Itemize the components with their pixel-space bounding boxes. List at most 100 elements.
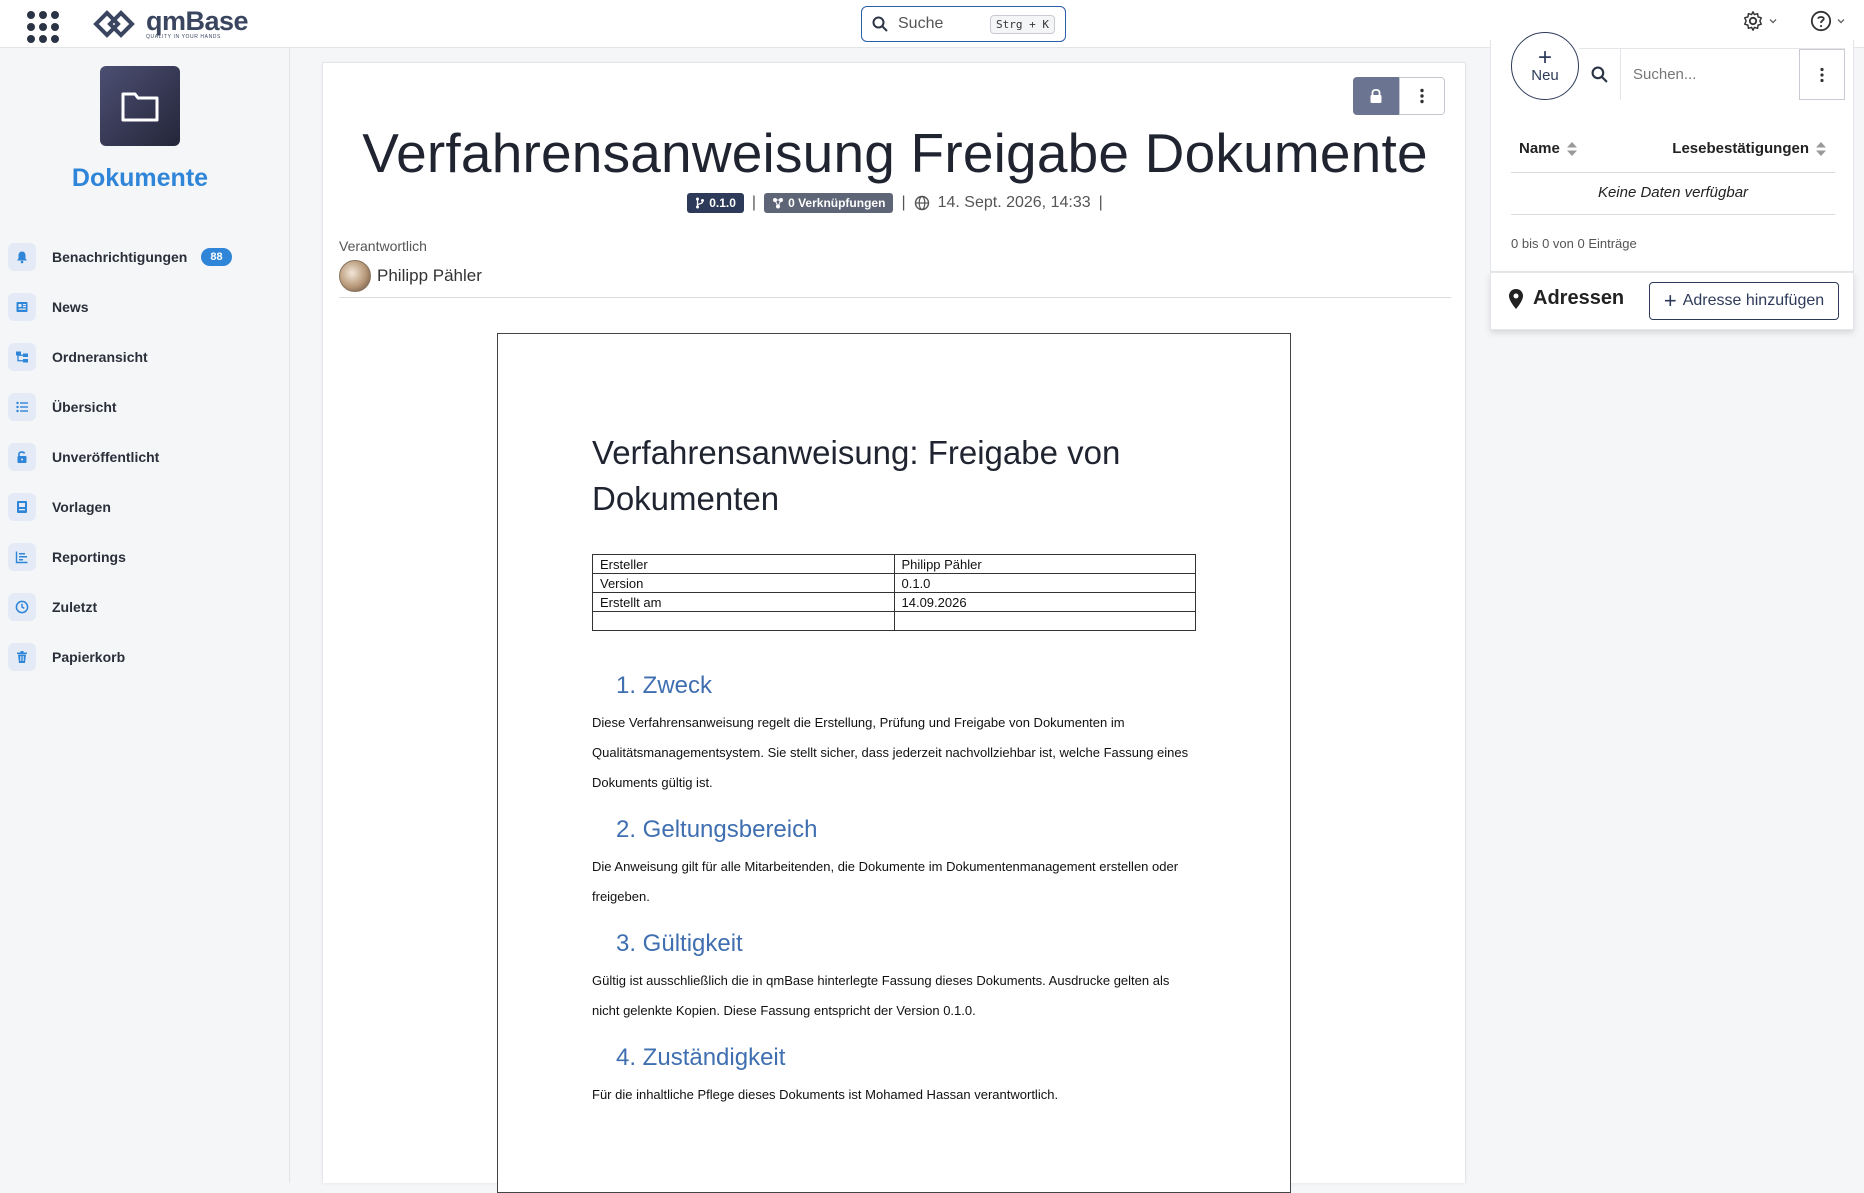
table-cell: Philipp Pähler <box>893 554 1196 574</box>
folder-icon <box>121 92 159 122</box>
links-badge[interactable]: 0 Verknüpfungen <box>764 193 894 213</box>
document-date: 14. Sept. 2026, 14:33 <box>937 194 1091 211</box>
sidebar-item-label: Vorlagen <box>52 499 111 515</box>
document-meta-table: Ersteller Philipp Pähler Version 0.1.0 Ers… <box>592 554 1196 631</box>
search-icon <box>872 16 888 32</box>
table-row: Erstellt am 14.09.2026 <box>592 592 1196 612</box>
column-header-label: Name <box>1519 140 1560 157</box>
help-menu-button[interactable] <box>1810 10 1846 32</box>
sidebar-item-papierkorb[interactable]: Papierkorb <box>0 632 290 682</box>
avatar <box>339 260 371 292</box>
help-icon <box>1810 10 1832 32</box>
table-cell: Erstellt am <box>592 592 895 612</box>
document-heading: Verfahrensanweisung: Freigabe von Dokume… <box>592 434 1121 517</box>
section-heading: 2. Geltungsbereich <box>616 816 818 843</box>
folder-tree-icon <box>8 343 36 371</box>
chevron-down-icon <box>1769 19 1777 24</box>
column-header-confirmations[interactable]: Lesebestätigungen <box>1672 140 1827 157</box>
sidebar-item-vorlagen[interactable]: Vorlagen <box>0 482 290 532</box>
sidebar-item-unveroeffentlicht[interactable]: Unveröffentlicht <box>0 432 290 482</box>
empty-table-message: Keine Daten verfügbar <box>1597 184 1749 201</box>
trash-icon <box>8 643 36 671</box>
add-address-button[interactable]: + Adresse hinzufügen <box>1649 282 1839 320</box>
sidebar-item-news[interactable]: News <box>0 282 290 332</box>
table-header: Name Lesebestätigungen <box>1511 140 1835 157</box>
link-nodes-icon <box>773 198 784 209</box>
logo-tagline: QUALITY IN YOUR HANDS <box>146 33 221 40</box>
read-confirmations-panel: + Neu Suchen... Name Lesebestätigungen K… <box>1490 32 1854 272</box>
globe-icon <box>914 195 929 211</box>
document-meta: 0.1.0 | 0 Verknüpfungen | 14. Sept. 2026… <box>323 193 1467 213</box>
document-card: Verfahrensanweisung Freigabe Dokumente 0… <box>322 62 1467 1193</box>
app-launcher-icon[interactable] <box>24 8 59 43</box>
search-label: Suche <box>898 15 944 32</box>
sort-icon <box>1816 141 1826 156</box>
clock-icon <box>8 593 36 621</box>
table-cell: 14.09.2026 <box>893 592 1196 612</box>
settings-menu-button[interactable] <box>1742 10 1778 32</box>
page-title: Verfahrensanweisung Freigabe Dokumente <box>362 122 1428 184</box>
section-text: Gültig ist ausschließlich die in qmBase … <box>592 973 1170 1018</box>
sidebar-item-label: News <box>52 299 89 315</box>
section-title: Dokumente <box>71 164 209 192</box>
lock-button[interactable] <box>1353 77 1399 115</box>
map-pin-icon <box>1509 288 1523 309</box>
divider <box>1511 214 1835 215</box>
separator: | <box>901 194 906 211</box>
sidebar-item-benachrichtigungen[interactable]: Benachrichtigungen 88 <box>0 232 290 282</box>
column-header-name[interactable]: Name <box>1519 140 1578 157</box>
section-text: Diese Verfahrensanweisung regelt die Ers… <box>592 715 1189 790</box>
table-row: Version 0.1.0 <box>592 573 1196 593</box>
responsible-user[interactable]: Philipp Pähler <box>339 260 482 292</box>
addresses-title-label: Adressen <box>1533 287 1625 309</box>
notification-count-badge: 88 <box>201 248 232 266</box>
sort-icon <box>1566 141 1577 156</box>
section-text: Für die inhaltliche Pflege dieses Dokume… <box>592 1087 1059 1102</box>
sidebar-item-label: Reportings <box>52 549 126 565</box>
panel-search-input[interactable]: Suchen... <box>1621 49 1799 100</box>
separator: | <box>1098 194 1103 211</box>
more-vertical-icon <box>1820 67 1824 82</box>
addresses-panel: Adressen + Adresse hinzufügen <box>1490 272 1854 330</box>
template-icon <box>8 493 36 521</box>
logo[interactable]: qmBase QUALITY IN YOUR HANDS <box>92 5 249 42</box>
unlock-icon <box>8 443 36 471</box>
new-button[interactable]: + Neu <box>1511 32 1579 100</box>
addresses-title: Adressen <box>1509 287 1624 310</box>
panel-options-button[interactable] <box>1799 49 1845 100</box>
sidebar-item-label: Ordneransicht <box>52 349 148 365</box>
chart-icon <box>8 543 36 571</box>
section-heading: 3. Gültigkeit <box>616 930 743 957</box>
separator: | <box>751 194 757 211</box>
column-header-label: Lesebestätigungen <box>1672 140 1809 157</box>
gear-icon <box>1744 11 1762 31</box>
sidebar-item-label: Zuletzt <box>52 599 98 615</box>
logo-mark-icon <box>93 10 135 38</box>
panel-search: Suchen... <box>1579 48 1845 100</box>
bell-icon <box>8 243 36 271</box>
table-cell: 0.1.0 <box>893 573 1196 593</box>
sidebar-item-reportings[interactable]: Reportings <box>0 532 290 582</box>
sidebar-item-label: Unveröffentlicht <box>52 449 160 465</box>
version-badge[interactable]: 0.1.0 <box>687 193 744 213</box>
table-cell: Version <box>592 573 895 593</box>
global-search-button[interactable]: Suche Strg + K <box>861 6 1066 42</box>
logo-name: qmBase <box>146 5 249 36</box>
document-options-button[interactable] <box>1399 77 1445 115</box>
sidebar-item-ordneransicht[interactable]: Ordneransicht <box>0 332 290 382</box>
sidebar-item-label: Übersicht <box>52 399 117 415</box>
sidebar-item-label: Benachrichtigungen <box>52 249 188 265</box>
new-button-label: Neu <box>1531 66 1559 84</box>
sidebar-item-uebersicht[interactable]: Übersicht <box>0 382 290 432</box>
document-preview-page: Verfahrensanweisung: Freigabe von Dokume… <box>497 333 1291 1193</box>
sidebar-item-zuletzt[interactable]: Zuletzt <box>0 582 290 632</box>
table-cell <box>592 611 895 631</box>
links-label: 0 Verknüpfungen <box>788 196 886 210</box>
version-label: 0.1.0 <box>709 196 736 210</box>
table-cell <box>893 611 1196 631</box>
table-row <box>592 611 1196 631</box>
table-cell: Ersteller <box>592 554 895 574</box>
chevron-down-icon <box>1837 19 1845 24</box>
search-icon <box>1579 49 1621 100</box>
section-heading: 1. Zweck <box>616 672 713 699</box>
